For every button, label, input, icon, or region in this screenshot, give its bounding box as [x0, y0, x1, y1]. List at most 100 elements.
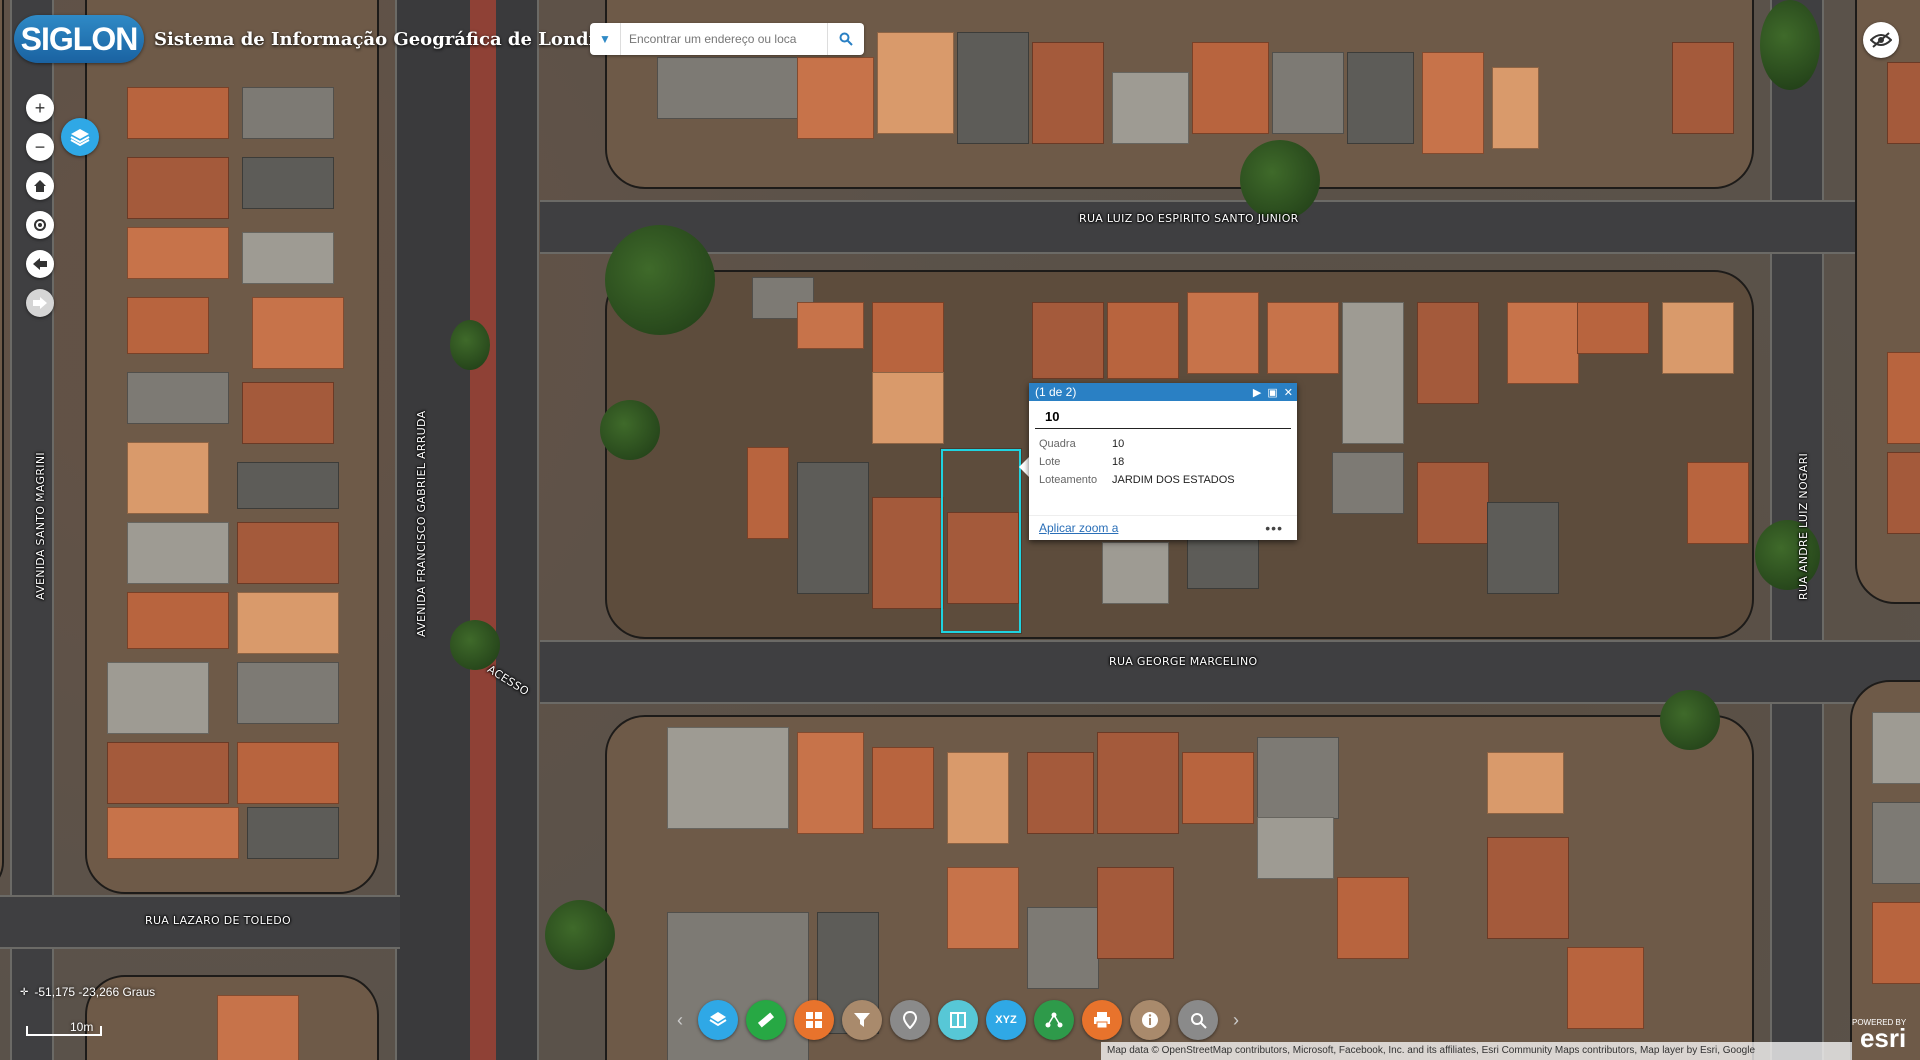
popup-footer: Aplicar zoom a ••• [1029, 515, 1297, 540]
next-extent-button[interactable] [26, 289, 54, 317]
zoom-to-link[interactable]: Aplicar zoom a [1039, 521, 1118, 535]
split-view-icon [950, 1012, 966, 1028]
more-actions-icon[interactable]: ••• [1265, 520, 1283, 536]
tree [545, 900, 615, 970]
locate-icon [34, 219, 46, 231]
tree [1660, 690, 1720, 750]
chevron-right-icon[interactable]: › [1226, 1010, 1246, 1031]
network-icon [1045, 1012, 1063, 1028]
road-median [470, 0, 496, 1060]
split-view-tool-button[interactable] [938, 1000, 978, 1040]
layers-tool-button[interactable] [698, 1000, 738, 1040]
coordinate-widget: ✛ -51,175 -23,266 Graus [20, 985, 155, 999]
street-label-av-santo: AVENIDA SANTO MAGRINI [34, 452, 47, 600]
app-header: SIGLON Sistema de Informação Geográfica … [14, 14, 630, 64]
xyz-tool-button[interactable]: XYZ [986, 1000, 1026, 1040]
next-feature-icon[interactable]: ▶ [1253, 386, 1261, 399]
popup-title: 10 [1035, 401, 1291, 429]
attribute-key: Loteamento [1039, 474, 1098, 486]
esri-logo[interactable]: POWERED BY esri [1852, 1018, 1907, 1053]
zoom-out-button[interactable]: − [26, 133, 54, 161]
coordinates-readout: -51,175 -23,266 Graus [34, 985, 156, 999]
attribute-value: JARDIM DOS ESTADOS [1112, 474, 1235, 486]
city-block [1855, 0, 1920, 604]
xyz-icon: XYZ [995, 1014, 1017, 1026]
attribute-row: Quadra 10 [1029, 435, 1297, 453]
plus-icon: + [34, 97, 46, 118]
search-widget: ▼ [590, 23, 864, 55]
location-tool-button[interactable] [890, 1000, 930, 1040]
street-label-rua-george: RUA GEORGE MARCELINO [1109, 655, 1258, 668]
popup-header: (1 de 2) ▶ ▣ ✕ [1029, 383, 1297, 401]
selected-lot-highlight [941, 449, 1021, 633]
print-tool-button[interactable] [1082, 1000, 1122, 1040]
tree [600, 400, 660, 460]
layer-list-button[interactable] [61, 118, 99, 156]
attribute-value: 18 [1112, 456, 1125, 468]
tree [1760, 0, 1820, 90]
tree [605, 225, 715, 335]
print-icon [1094, 1012, 1110, 1029]
layers-icon [70, 129, 90, 147]
previous-extent-button[interactable] [26, 250, 54, 278]
city-block [85, 0, 379, 894]
maximize-icon[interactable]: ▣ [1267, 386, 1277, 399]
info-tool-button[interactable] [1130, 1000, 1170, 1040]
attribute-key: Lote [1039, 456, 1061, 468]
esri-wordmark: esri [1859, 1023, 1907, 1053]
filter-tool-button[interactable] [842, 1000, 882, 1040]
map-attribution: Map data © OpenStreetMap contributors, M… [1101, 1042, 1852, 1060]
tree [1240, 140, 1320, 220]
street-label-rua-lazaro: RUA LAZARO DE TOLEDO [145, 914, 291, 927]
tree [1755, 520, 1820, 590]
search-map-icon [1191, 1013, 1207, 1029]
minus-icon: − [34, 136, 46, 157]
grid-icon [806, 1012, 822, 1028]
grid-tool-button[interactable] [794, 1000, 834, 1040]
toggle-ui-button[interactable] [1863, 22, 1899, 58]
street-label-rua-luiz: RUA LUIZ DO ESPIRITO SANTO JUNIOR [1079, 212, 1299, 225]
filter-icon [854, 1013, 870, 1027]
street-label-av-francisco: AVENIDA FRANCISCO GABRIEL ARRUDA [415, 410, 428, 637]
attribute-key: Quadra [1039, 438, 1076, 450]
measure-tool-button[interactable] [746, 1000, 786, 1040]
home-icon [34, 180, 46, 192]
attribute-row: Loteamento JARDIM DOS ESTADOS [1029, 471, 1297, 489]
scale-bar [26, 1026, 102, 1036]
attribute-row: Lote 18 [1029, 453, 1297, 471]
road-rua-george [540, 640, 1920, 704]
map-view[interactable]: RUA LUIZ DO ESPIRITO SANTO JUNIOR RUA GE… [0, 0, 1920, 1060]
close-icon[interactable]: ✕ [1284, 386, 1293, 399]
ruler-icon [757, 1012, 775, 1028]
attribute-value: 10 [1112, 438, 1125, 450]
search-button[interactable] [827, 23, 864, 55]
location-pin-icon [902, 1011, 918, 1029]
chevron-left-icon[interactable]: ‹ [670, 1010, 690, 1031]
arrow-left-icon [33, 258, 47, 270]
popup-pointer [1019, 457, 1029, 477]
popup-counter: (1 de 2) [1035, 385, 1077, 399]
chevron-down-icon: ▼ [599, 32, 611, 46]
app-title: Sistema de Informação Geográfica de Lond… [154, 28, 630, 50]
search-icon [839, 32, 853, 46]
scale-label: 10m [70, 1020, 94, 1034]
arrow-right-icon [33, 297, 47, 309]
network-tool-button[interactable] [1034, 1000, 1074, 1040]
tree [450, 320, 490, 370]
city-block [0, 0, 4, 894]
search-map-tool-button[interactable] [1178, 1000, 1218, 1040]
locate-button[interactable] [26, 211, 54, 239]
city-block [1850, 680, 1920, 1060]
feature-popup: (1 de 2) ▶ ▣ ✕ 10 Quadra 10 Lote 18 Lote… [1029, 383, 1297, 540]
road-rua-luiz [540, 200, 1920, 254]
zoom-in-button[interactable]: + [26, 94, 54, 122]
search-source-dropdown[interactable]: ▼ [590, 23, 621, 55]
layers-icon [709, 1012, 727, 1027]
crosshair-icon[interactable]: ✛ [20, 987, 28, 998]
widget-toolbar: ‹ XYZ › [670, 996, 1246, 1044]
info-icon [1142, 1012, 1158, 1028]
home-button[interactable] [26, 172, 54, 200]
siglon-logo[interactable]: SIGLON [14, 15, 144, 63]
search-input[interactable] [621, 32, 827, 46]
street-label-rua-andre: RUA ANDRE LUIZ NOGARI [1797, 452, 1810, 600]
